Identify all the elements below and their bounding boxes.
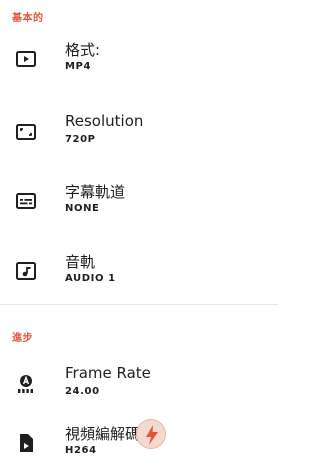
setting-value: AUDIO 1 (65, 273, 116, 284)
setting-title: Frame Rate (65, 364, 151, 382)
play-box-icon (14, 47, 38, 71)
section-header-advanced: 進步 (12, 333, 33, 344)
setting-title: 字幕軌道 (65, 183, 126, 201)
setting-title: 格式: (65, 41, 101, 59)
setting-value: 24.00 (65, 386, 100, 397)
setting-audio[interactable]: 音軌 AUDIO 1 (0, 239, 278, 299)
section-divider (0, 304, 278, 305)
setting-value: 720P (65, 134, 96, 145)
setting-title: Resolution (65, 112, 144, 130)
setting-value: NONE (65, 203, 100, 214)
frame-rate-icon (14, 372, 38, 396)
section-header-basic: 基本的 (12, 13, 44, 24)
setting-title: 音軌 (65, 253, 96, 271)
lightning-fab-button[interactable] (136, 419, 166, 449)
setting-format[interactable]: 格式: MP4 (0, 27, 278, 87)
music-note-icon (14, 259, 38, 283)
subtitles-icon (14, 189, 38, 213)
setting-resolution[interactable]: Resolution 720P (0, 100, 278, 160)
setting-value: MP4 (65, 61, 92, 72)
setting-frame-rate[interactable]: Frame Rate 24.00 (0, 352, 278, 412)
lightning-icon (146, 425, 158, 445)
setting-subtitles[interactable]: 字幕軌道 NONE (0, 169, 278, 229)
video-file-icon (14, 431, 38, 455)
setting-value: H264 (65, 445, 97, 456)
resolution-frame-icon (14, 120, 38, 144)
